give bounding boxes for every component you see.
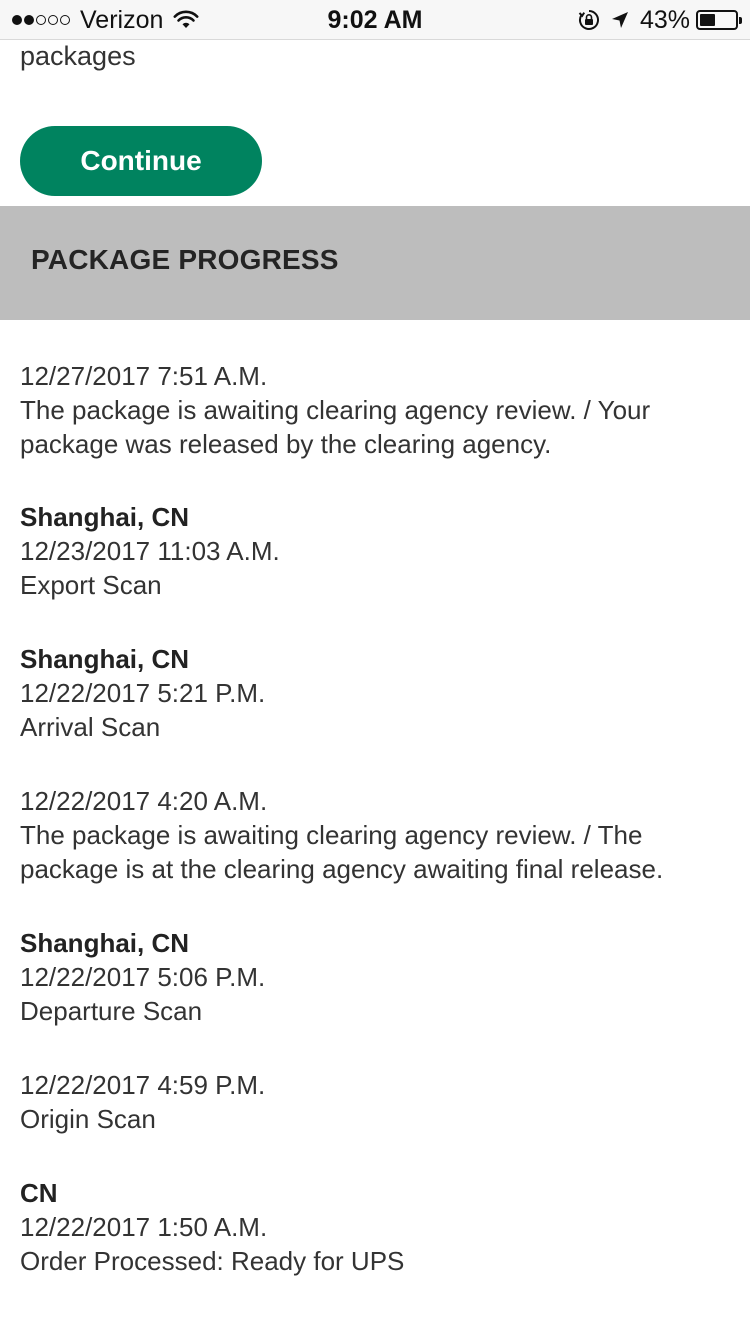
progress-event: 12/22/2017 4:59 P.M. Origin Scan [20,1068,720,1136]
event-datetime: 12/22/2017 4:20 A.M. [20,786,268,816]
progress-event: CN 12/22/2017 1:50 A.M. Order Processed:… [20,1176,720,1278]
progress-event: Shanghai, CN 12/23/2017 11:03 A.M. Expor… [20,500,720,602]
orientation-lock-icon [578,10,599,30]
status-bar-right: 43% [578,0,742,40]
package-progress-header: PACKAGE PROGRESS [0,206,750,320]
section-title: PACKAGE PROGRESS [31,244,339,275]
status-bar: Verizon 9:02 AM 43% [0,0,750,40]
event-datetime: 12/23/2017 11:03 A.M. [20,536,280,566]
battery-icon [696,10,742,30]
progress-event: Shanghai, CN 12/22/2017 5:21 P.M. Arriva… [20,642,720,744]
location-arrow-icon [611,12,628,28]
event-description: The package is awaiting clearing agency … [20,395,651,459]
event-description: Order Processed: Ready for UPS [20,1246,405,1276]
battery-fill [700,14,715,26]
progress-event: 12/27/2017 7:51 A.M. The package is awai… [20,359,720,461]
event-datetime: 12/27/2017 7:51 A.M. [20,361,268,391]
event-datetime: 12/22/2017 4:59 P.M. [20,1070,266,1100]
event-location: Shanghai, CN [20,644,190,674]
event-location: Shanghai, CN [20,502,190,532]
event-description: Export Scan [20,570,162,600]
event-location: Shanghai, CN [20,928,190,958]
event-datetime: 12/22/2017 1:50 A.M. [20,1212,268,1242]
progress-event: 12/22/2017 4:20 A.M. The package is awai… [20,784,720,886]
progress-event: Shanghai, CN 12/22/2017 5:06 P.M. Depart… [20,926,720,1028]
continue-button[interactable]: Continue [20,126,262,196]
event-datetime: 12/22/2017 5:06 P.M. [20,962,266,992]
event-location: CN [20,1178,58,1208]
cut-off-text: packages [20,41,136,71]
event-description: The package is awaiting clearing agency … [20,820,664,884]
event-description: Arrival Scan [20,712,161,742]
event-datetime: 12/22/2017 5:21 P.M. [20,678,266,708]
event-description: Departure Scan [20,996,203,1026]
battery-percent: 43% [639,5,690,34]
event-description: Origin Scan [20,1104,156,1134]
